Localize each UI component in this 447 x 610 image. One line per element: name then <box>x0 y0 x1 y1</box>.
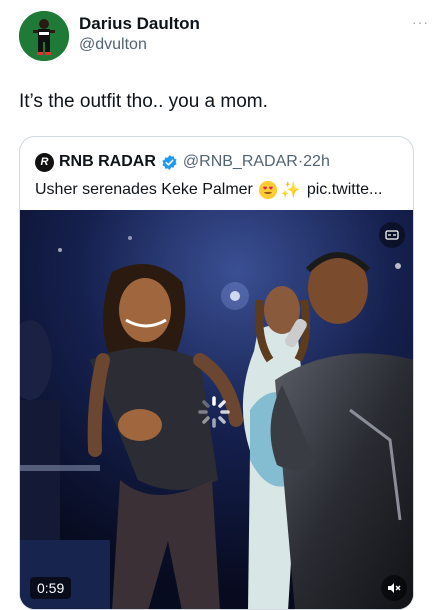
quoted-media-link[interactable]: pic.twitte... <box>307 181 383 199</box>
author-avatar[interactable] <box>19 11 69 61</box>
more-options-icon[interactable]: ··· <box>412 14 429 30</box>
rnb-radar-logo: R <box>35 152 54 172</box>
quoted-tweet[interactable]: R RNB RADAR @RNB_RADAR · 22h Usher seren… <box>19 136 414 610</box>
tweet: Darius Daulton @dvulton ··· It’s the out… <box>0 0 447 610</box>
quoted-author-handle[interactable]: @RNB_RADAR <box>183 153 298 171</box>
tweet-text: It’s the outfit tho.. you a mom. <box>19 91 268 112</box>
video-player[interactable]: 0:59 <box>20 210 413 609</box>
speaker-muted-icon[interactable] <box>381 575 407 601</box>
sparkles-emoji-icon: ✨ <box>280 182 301 199</box>
quoted-timestamp[interactable]: 22h <box>303 153 330 171</box>
author-handle[interactable]: @dvulton <box>79 36 147 54</box>
quoted-text-main: Usher serenades Keke Palmer <box>35 181 253 198</box>
quoted-author-name[interactable]: RNB RADAR <box>59 153 156 171</box>
quoted-tweet-text: Usher serenades Keke Palmer ✨ pic.twitte… <box>35 180 382 200</box>
loading-spinner-icon <box>198 396 230 428</box>
video-duration: 0:59 <box>30 577 72 599</box>
author-name[interactable]: Darius Daulton <box>79 14 200 34</box>
video-settings-icon[interactable] <box>379 222 405 248</box>
quoted-tweet-header: R RNB RADAR @RNB_RADAR · 22h <box>35 151 330 173</box>
basketball-player-avatar-icon <box>19 11 69 61</box>
heart-eyes-emoji-icon <box>258 181 277 199</box>
verified-badge-icon <box>161 154 178 171</box>
